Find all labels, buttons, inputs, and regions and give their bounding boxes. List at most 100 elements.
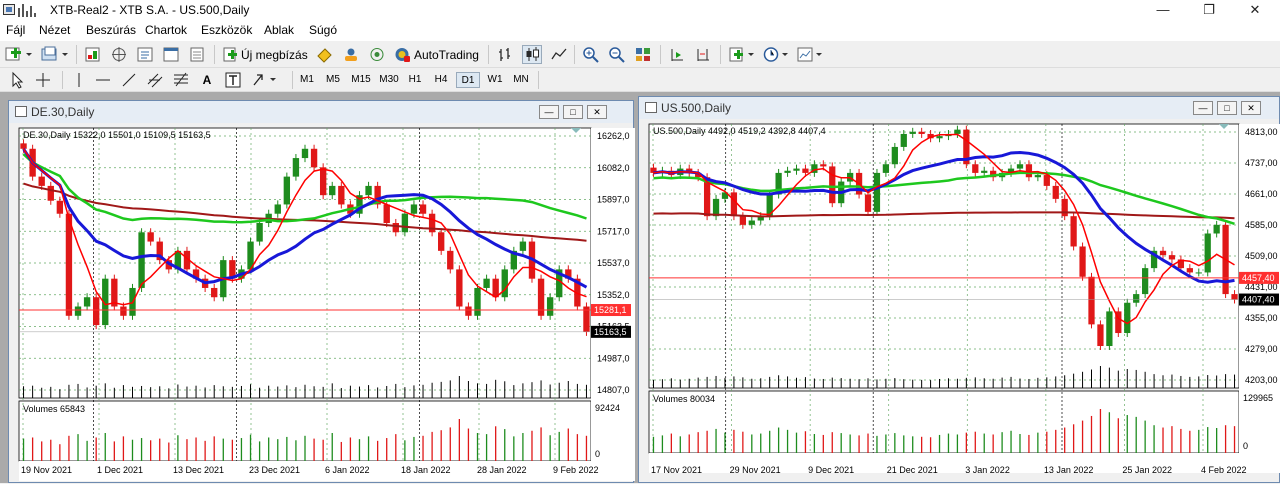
text-label-icon[interactable] — [224, 71, 242, 89]
volume-tick-label: 92424 — [595, 403, 620, 413]
date-label: 3 Jan 2022 — [965, 465, 1010, 475]
candle-body — [936, 136, 943, 139]
line-chart-icon[interactable] — [550, 46, 568, 63]
chart-window-us500[interactable]: US.500,Daily — □ ✕ 4813,00 4737,00 4661,00… — [638, 96, 1280, 483]
tf-m30[interactable]: M30 — [376, 72, 402, 88]
trendline-icon[interactable] — [120, 71, 138, 89]
volume-pane — [648, 390, 1240, 454]
arrows-icon[interactable] — [250, 71, 284, 89]
candle-body — [739, 216, 746, 225]
new-order-button[interactable]: Új megbízás — [222, 46, 312, 63]
tester-icon[interactable] — [188, 46, 206, 63]
chart-shift-icon[interactable] — [694, 46, 712, 63]
candle-body — [383, 204, 390, 224]
candle-body — [1070, 216, 1077, 247]
menu-window[interactable]: Ablak — [264, 23, 294, 37]
crosshair-icon[interactable] — [34, 71, 52, 89]
candle-body — [47, 185, 54, 201]
candle-body — [1133, 294, 1140, 303]
fibonacci-icon[interactable] — [172, 71, 190, 89]
candle-body — [438, 232, 445, 251]
tf-h1[interactable]: H1 — [404, 72, 426, 88]
candle-body — [365, 185, 372, 196]
date-label: 28 Jan 2022 — [477, 465, 527, 475]
date-label: 13 Dec 2021 — [173, 465, 224, 475]
candle-body — [1195, 272, 1202, 274]
chart-window-de30[interactable]: DE.30,Daily — □ ✕ 16262,0 16082,0 15897,0 1… — [8, 100, 635, 484]
account-icon[interactable] — [342, 46, 360, 63]
tf-m5[interactable]: M5 — [322, 72, 344, 88]
candle-body — [401, 213, 409, 233]
templates-icon[interactable] — [796, 46, 826, 63]
periods-icon[interactable] — [762, 46, 792, 63]
tf-mn[interactable]: MN — [510, 72, 532, 88]
scroll-end-icon[interactable] — [668, 46, 686, 63]
date-label: 29 Nov 2021 — [730, 465, 781, 475]
metaeditor-icon[interactable] — [316, 46, 334, 63]
candle-body — [92, 297, 100, 326]
candle-body — [338, 185, 345, 205]
tile-windows-icon[interactable] — [634, 46, 652, 63]
tf-w1[interactable]: W1 — [484, 72, 506, 88]
new-chart-icon[interactable] — [4, 46, 34, 63]
price-tick-label: 15897,0 — [597, 195, 630, 205]
autotrading-button[interactable]: AutoTrading — [394, 46, 482, 63]
candlestick-chart-icon[interactable] — [522, 45, 542, 64]
terminal-icon[interactable] — [162, 46, 180, 63]
tf-h4[interactable]: H4 — [430, 72, 452, 88]
price-tick-label: 15717,0 — [597, 226, 630, 236]
candle-body — [909, 131, 916, 134]
menu-charts[interactable]: Chartok — [145, 23, 187, 37]
profiles-icon[interactable] — [40, 46, 70, 63]
menu-file[interactable]: Fájl — [6, 23, 25, 37]
candle-body — [829, 166, 836, 204]
candle-body — [891, 146, 898, 165]
bar-chart-icon[interactable] — [496, 46, 514, 63]
chart-canvas-de30[interactable]: 16262,0 16082,0 15897,0 15717,0 15537,0 15352… — [9, 101, 635, 484]
chart-canvas-us500[interactable]: 4813,004737,004661,004585,004509,004431,… — [639, 97, 1280, 484]
candle-body — [274, 204, 281, 214]
close-button[interactable]: ✕ — [1232, 1, 1278, 19]
indicators-icon[interactable] — [728, 46, 758, 63]
candle-body — [1142, 268, 1149, 295]
candle-body — [712, 198, 720, 217]
zoom-out-icon[interactable] — [608, 46, 626, 63]
date-label: 18 Jan 2022 — [401, 465, 451, 475]
restore-button[interactable]: ❐ — [1186, 1, 1232, 19]
tf-m1[interactable]: M1 — [296, 72, 318, 88]
candle-body — [918, 131, 925, 134]
candle-body — [74, 306, 82, 316]
menu-tools[interactable]: Eszközök — [201, 23, 252, 37]
candle-body — [447, 250, 454, 270]
candle-body — [546, 297, 554, 316]
candle-body — [1052, 185, 1059, 199]
new-order-label: Új megbízás — [241, 47, 308, 62]
candle-body — [310, 148, 318, 168]
market-watch-icon[interactable] — [84, 46, 102, 63]
hline-price-label: 15281,1 — [594, 305, 627, 315]
candle-body — [147, 232, 154, 242]
menu-insert[interactable]: Beszúrás — [86, 23, 136, 37]
menu-help[interactable]: Súgó — [309, 23, 337, 37]
vertical-line-icon[interactable] — [70, 71, 88, 89]
date-label: 25 Jan 2022 — [1122, 465, 1172, 475]
zoom-in-icon[interactable] — [582, 46, 600, 63]
candle-body — [283, 176, 291, 205]
menu-view[interactable]: Nézet — [39, 23, 70, 37]
horizontal-line-icon[interactable] — [94, 71, 112, 89]
text-tool-icon[interactable]: A — [198, 71, 216, 89]
price-tick-label: 4585,00 — [1245, 220, 1278, 230]
candle-body — [1168, 255, 1176, 260]
cursor-icon[interactable] — [8, 71, 26, 89]
data-window-icon[interactable] — [136, 46, 154, 63]
candle-body — [748, 220, 755, 225]
channel-icon[interactable] — [146, 71, 164, 89]
minimize-button[interactable]: — — [1140, 1, 1186, 19]
tf-d1[interactable]: D1 — [456, 72, 480, 88]
candle-body — [410, 204, 418, 214]
navigator-icon[interactable] — [110, 46, 128, 63]
candle-body — [120, 306, 127, 316]
tf-m15[interactable]: M15 — [348, 72, 374, 88]
bars-icon — [18, 3, 36, 17]
signals-icon[interactable] — [368, 46, 386, 63]
